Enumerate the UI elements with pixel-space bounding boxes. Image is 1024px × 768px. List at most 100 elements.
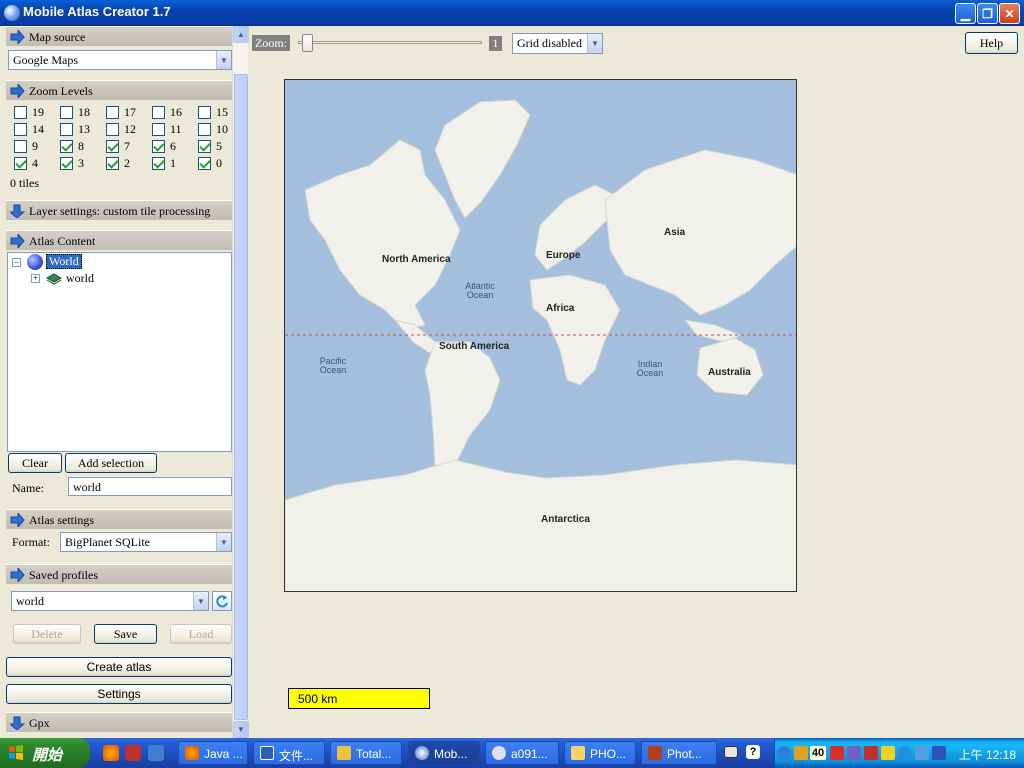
- format-label: Format:: [12, 535, 50, 549]
- zoom-level-label-14: 14: [32, 122, 44, 136]
- create-atlas-button[interactable]: Create atlas: [6, 657, 232, 677]
- start-button[interactable]: 開始: [0, 738, 90, 768]
- zoom-level-label-16: 16: [170, 105, 182, 119]
- refresh-icon: [216, 595, 228, 608]
- zoom-level-checkbox-16[interactable]: [152, 106, 165, 119]
- zoom-level-checkbox-18[interactable]: [60, 106, 73, 119]
- zoom-slider-thumb[interactable]: [302, 34, 313, 52]
- delete-profile-button[interactable]: Delete: [13, 624, 81, 644]
- zoom-level-checkbox-6[interactable]: [152, 140, 165, 153]
- tray-network-icon[interactable]: [847, 746, 861, 760]
- start-label: 開始: [32, 747, 63, 764]
- scroll-down-button[interactable]: ▼: [233, 721, 249, 738]
- map-source-header[interactable]: Map source: [6, 26, 232, 46]
- help-question-icon[interactable]: ?: [746, 745, 760, 759]
- saved-profiles-header[interactable]: Saved profiles: [6, 564, 232, 584]
- load-profile-button[interactable]: Load: [170, 624, 232, 644]
- zoom-level-label-12: 12: [124, 122, 136, 136]
- zoom-level-checkbox-8[interactable]: [60, 140, 73, 153]
- zoom-level-checkbox-7[interactable]: [106, 140, 119, 153]
- save-profile-button[interactable]: Save: [94, 624, 157, 644]
- chevron-down-icon[interactable]: ▼: [587, 34, 602, 53]
- map-source-select[interactable]: Google Maps ▼: [8, 50, 232, 70]
- gpx-header[interactable]: Gpx: [6, 712, 232, 732]
- zoom-levels-header[interactable]: Zoom Levels: [6, 80, 232, 100]
- zoom-level-checkbox-15[interactable]: [198, 106, 211, 119]
- globe-icon: [415, 746, 429, 760]
- zoom-level-checkbox-4[interactable]: [14, 157, 27, 170]
- tray-mail-icon[interactable]: [830, 746, 844, 760]
- tray-app2-icon[interactable]: [915, 746, 929, 760]
- chevron-down-icon[interactable]: ▼: [216, 533, 231, 551]
- zoom-level-label-2: 2: [124, 156, 130, 170]
- layer-settings-header[interactable]: Layer settings: custom tile processing: [6, 200, 232, 220]
- zoom-level-label-8: 8: [78, 139, 84, 153]
- tray-shield-icon[interactable]: [881, 746, 895, 760]
- zoom-level-checkbox-19[interactable]: [14, 106, 27, 119]
- world-map[interactable]: North America South America Europe Afric…: [284, 79, 797, 592]
- scrollbar-thumb[interactable]: [234, 74, 248, 720]
- tray-badge-icon[interactable]: 40: [810, 746, 826, 760]
- zoom-level-checkbox-1[interactable]: [152, 157, 165, 170]
- label-africa: Africa: [546, 303, 575, 314]
- add-selection-button[interactable]: Add selection: [65, 453, 157, 473]
- zoom-level-checkbox-9[interactable]: [14, 140, 27, 153]
- atlas-content-header[interactable]: Atlas Content: [6, 230, 232, 250]
- collapse-icon[interactable]: −: [12, 258, 21, 267]
- atlas-name-input[interactable]: world: [68, 477, 232, 496]
- zoom-level-checkbox-5[interactable]: [198, 140, 211, 153]
- task-pho-folder[interactable]: PHO...: [564, 741, 636, 765]
- quicklaunch-app-icon[interactable]: [125, 745, 141, 761]
- label-atlantic-ocean: Atlantic Ocean: [465, 281, 495, 300]
- task-a091[interactable]: a091...: [485, 741, 559, 765]
- grid-select[interactable]: Grid disabled ▼: [512, 33, 603, 54]
- land-north-america: [304, 139, 461, 331]
- zoom-level-checkbox-2[interactable]: [106, 157, 119, 170]
- task-java[interactable]: Java ...: [178, 741, 248, 765]
- settings-button[interactable]: Settings: [6, 684, 232, 704]
- format-select[interactable]: BigPlanet SQLite ▼: [60, 532, 232, 552]
- expand-icon[interactable]: +: [31, 274, 40, 283]
- zoom-level-checkbox-12[interactable]: [106, 123, 119, 136]
- firefox-icon[interactable]: [103, 745, 119, 761]
- scroll-up-button[interactable]: ▲: [233, 26, 249, 43]
- left-panel-scrollbar[interactable]: ▲ ▼: [232, 26, 249, 738]
- task-total[interactable]: Total...: [330, 741, 402, 765]
- bluetooth-icon[interactable]: [932, 746, 946, 760]
- zoom-level-checkbox-11[interactable]: [152, 123, 165, 136]
- zoom-value: 1: [489, 36, 502, 51]
- profile-select[interactable]: world ▼: [11, 591, 209, 611]
- maximize-button[interactable]: ❐: [977, 3, 998, 24]
- help-button[interactable]: Help: [965, 32, 1018, 54]
- zoom-level-label-13: 13: [78, 122, 90, 136]
- chat-icon: [492, 746, 506, 760]
- clear-button[interactable]: Clear: [8, 453, 62, 473]
- zoom-level-label-1: 1: [170, 156, 176, 170]
- tree-node-world-root[interactable]: World: [46, 254, 82, 269]
- tray-collapse-icon[interactable]: [777, 746, 791, 760]
- refresh-profiles-button[interactable]: [212, 591, 232, 611]
- minimize-button[interactable]: ▁: [955, 3, 976, 24]
- zoom-slider-track[interactable]: [298, 41, 482, 44]
- zoom-level-checkbox-0[interactable]: [198, 157, 211, 170]
- chevron-down-icon[interactable]: ▼: [216, 51, 231, 69]
- task-photoshop[interactable]: Phot...: [641, 741, 717, 765]
- zoom-level-checkbox-17[interactable]: [106, 106, 119, 119]
- zoom-level-checkbox-3[interactable]: [60, 157, 73, 170]
- left-panel: Map source Google Maps ▼ Zoom Levels 0 t…: [0, 26, 232, 738]
- task-document[interactable]: 文件...: [253, 741, 325, 765]
- atlas-settings-header[interactable]: Atlas settings: [6, 509, 232, 529]
- close-button[interactable]: ✕: [999, 3, 1020, 24]
- tray-sync-icon[interactable]: [898, 746, 912, 760]
- tray-security-icon[interactable]: [864, 746, 878, 760]
- quicklaunch-browser-icon[interactable]: [148, 745, 164, 761]
- zoom-level-checkbox-13[interactable]: [60, 123, 73, 136]
- tray-app-icon[interactable]: [794, 746, 808, 760]
- atlas-tree[interactable]: − World + world: [7, 252, 232, 452]
- task-mobile-atlas[interactable]: Mob...: [408, 741, 480, 765]
- zoom-level-checkbox-14[interactable]: [14, 123, 27, 136]
- tree-node-world-layer[interactable]: world: [66, 271, 94, 286]
- zoom-level-checkbox-10[interactable]: [198, 123, 211, 136]
- chevron-down-icon[interactable]: ▼: [193, 592, 208, 610]
- keyboard-icon[interactable]: [724, 746, 738, 758]
